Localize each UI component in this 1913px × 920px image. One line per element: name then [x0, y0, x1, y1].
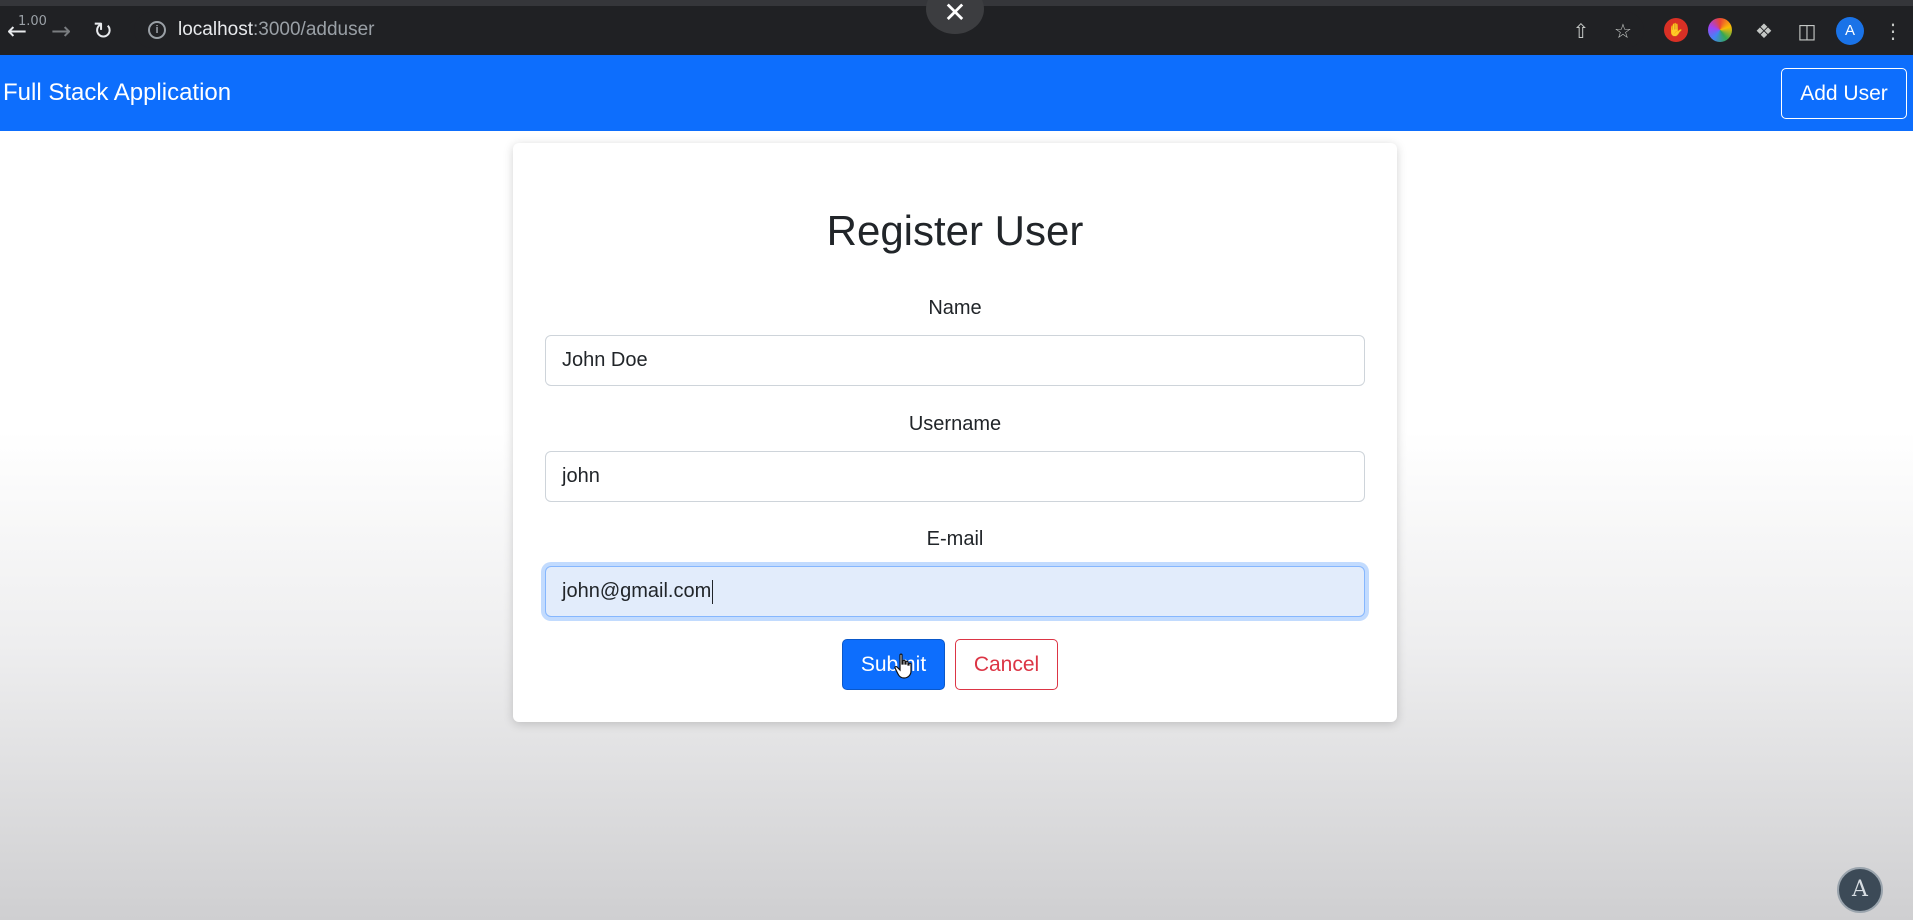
- brand-title[interactable]: Full Stack Application: [3, 79, 231, 107]
- add-user-button[interactable]: Add User: [1781, 68, 1907, 119]
- email-value: john@gmail.com: [562, 580, 712, 602]
- email-label: E-mail: [926, 528, 984, 550]
- extension-block-icon[interactable]: ✋: [1664, 18, 1688, 42]
- text-caret: [712, 579, 714, 604]
- app-navbar: Full Stack Application Add User: [0, 55, 1913, 131]
- name-label: Name: [928, 297, 982, 319]
- channel-logo: A: [1837, 867, 1883, 913]
- register-card: Register User Name John Doe Username joh…: [513, 143, 1397, 722]
- name-field[interactable]: John Doe: [545, 335, 1365, 386]
- email-field[interactable]: john@gmail.com: [545, 566, 1365, 617]
- extension-icon[interactable]: ❖: [1749, 16, 1779, 46]
- reload-icon[interactable]: ↻: [86, 14, 120, 48]
- extension-color-icon[interactable]: [1708, 18, 1732, 42]
- cancel-button[interactable]: Cancel: [955, 639, 1058, 690]
- star-icon[interactable]: ☆: [1608, 16, 1638, 46]
- username-label: Username: [908, 413, 1002, 435]
- browser-toolbar: ← 1.00 → ↻ i localhost:3000/adduser ✕ ⇧ …: [0, 0, 1913, 55]
- share-icon[interactable]: ⇧: [1566, 16, 1596, 46]
- zoom-level: 1.00: [18, 14, 47, 29]
- menu-icon[interactable]: ⋮: [1878, 16, 1908, 46]
- url-text[interactable]: localhost:3000/adduser: [178, 19, 375, 41]
- sidebar-icon[interactable]: ◫: [1792, 16, 1822, 46]
- username-field[interactable]: john: [545, 451, 1365, 502]
- url-host: localhost: [178, 19, 253, 40]
- address-bar[interactable]: i localhost:3000/adduser: [134, 12, 1644, 48]
- info-icon[interactable]: i: [148, 21, 166, 39]
- hand-cursor-icon: [894, 653, 912, 679]
- url-path: :3000/adduser: [253, 19, 375, 40]
- profile-avatar[interactable]: A: [1836, 17, 1864, 45]
- page-title: Register User: [826, 207, 1084, 254]
- forward-icon[interactable]: →: [44, 14, 78, 48]
